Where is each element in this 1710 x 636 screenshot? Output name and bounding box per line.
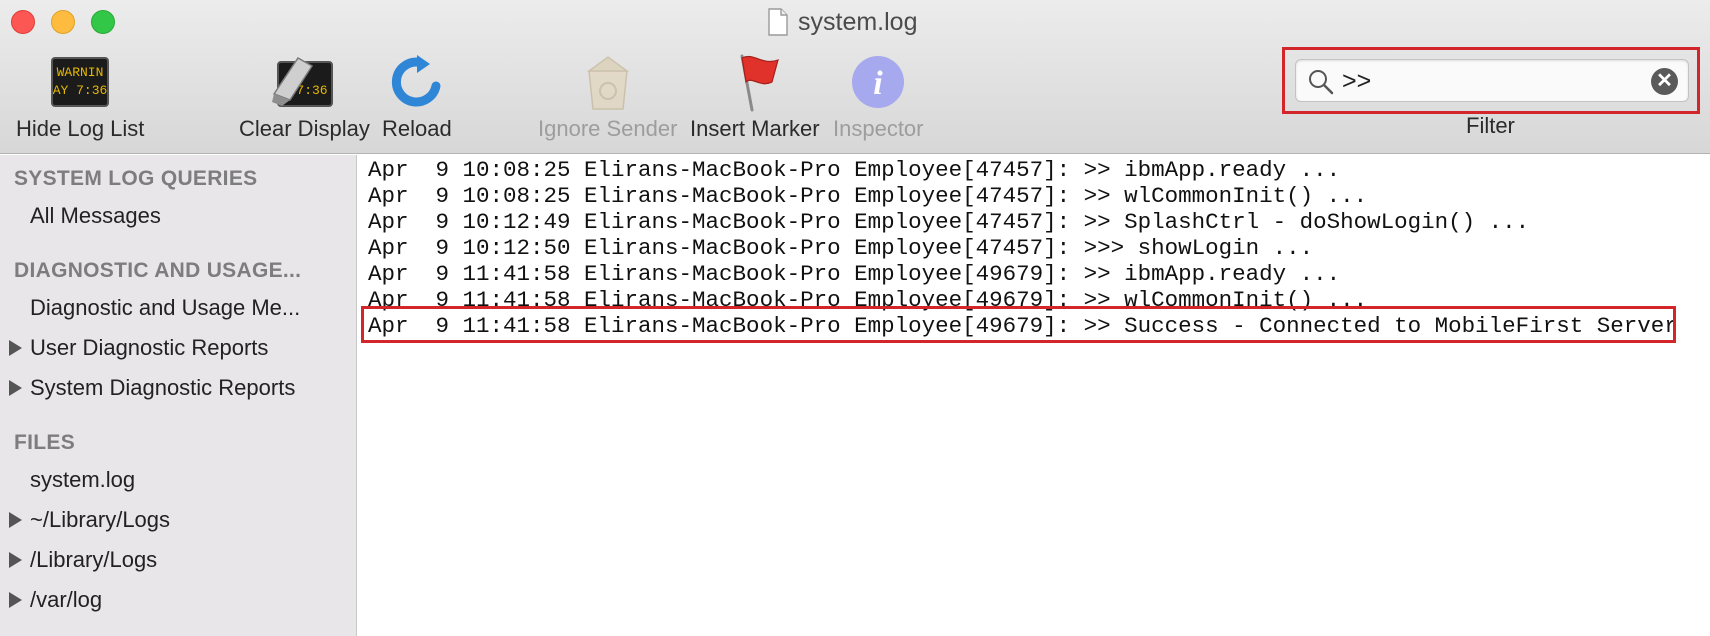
- document-icon: [768, 8, 788, 36]
- sidebar-heading-diagnostic-and-usage: DIAGNOSTIC AND USAGE...: [14, 259, 302, 282]
- sidebar-item-system-log[interactable]: system.log: [30, 467, 135, 493]
- svg-text:WARNIN: WARNIN: [57, 65, 104, 80]
- sidebar-item-all-messages[interactable]: All Messages: [30, 203, 161, 229]
- success-line-highlight-box: [361, 306, 1676, 343]
- reload-button[interactable]: Reload: [382, 50, 452, 144]
- log-line: Apr 9 11:41:58 Elirans-MacBook-Pro Emplo…: [368, 261, 1341, 287]
- insert-marker-button[interactable]: Insert Marker: [690, 50, 820, 144]
- flag-icon: [723, 50, 787, 114]
- info-icon: i: [846, 50, 910, 114]
- filter-input-value[interactable]: >>: [1342, 67, 1371, 96]
- clear-search-icon[interactable]: ✕: [1651, 68, 1678, 95]
- search-icon: [1308, 69, 1334, 100]
- clear-display-label: Clear Display: [239, 116, 370, 141]
- log-line: Apr 9 10:12:49 Elirans-MacBook-Pro Emplo…: [368, 209, 1530, 235]
- svg-text:7:36: 7:36: [297, 83, 328, 98]
- log-content-area[interactable]: Apr 9 10:08:25 Elirans-MacBook-Pro Emplo…: [358, 155, 1710, 636]
- reload-label: Reload: [382, 116, 452, 141]
- svg-text:AY 7:36: AY 7:36: [53, 83, 108, 98]
- log-line: Apr 9 10:12:50 Elirans-MacBook-Pro Emplo…: [368, 235, 1314, 261]
- log-line: Apr 9 10:08:25 Elirans-MacBook-Pro Emplo…: [368, 157, 1341, 183]
- ignore-sender-icon: [576, 50, 640, 114]
- disclosure-triangle-icon[interactable]: [9, 380, 22, 396]
- disclosure-triangle-icon[interactable]: [9, 340, 22, 356]
- minimize-window-button[interactable]: [51, 10, 75, 34]
- window-title-bar: system.log: [768, 6, 917, 38]
- svg-text:i: i: [874, 65, 884, 102]
- filter-highlight-box: >> ✕: [1282, 47, 1700, 114]
- clear-display-icon: 7:36: [272, 50, 336, 114]
- toolbar: system.log WARNIN AY 7:36 Hide Log List …: [0, 0, 1710, 154]
- inspector-button[interactable]: i Inspector: [833, 50, 924, 144]
- inspector-label: Inspector: [833, 116, 924, 141]
- disclosure-triangle-icon[interactable]: [9, 592, 22, 608]
- sidebar-item-diagnostic-usage-messages[interactable]: Diagnostic and Usage Me...: [30, 295, 300, 321]
- clear-display-button[interactable]: 7:36 Clear Display: [239, 50, 370, 144]
- sidebar-item-user-library-logs[interactable]: ~/Library/Logs: [30, 507, 170, 533]
- sidebar-item-system-diagnostic-reports[interactable]: System Diagnostic Reports: [30, 375, 295, 401]
- zoom-window-button[interactable]: [91, 10, 115, 34]
- ignore-sender-label: Ignore Sender: [538, 116, 678, 141]
- window-title: system.log: [798, 7, 918, 36]
- sidebar-heading-files: FILES: [14, 431, 76, 454]
- filter-label: Filter: [1466, 113, 1515, 138]
- ignore-sender-button[interactable]: Ignore Sender: [538, 50, 677, 144]
- filter-search-field[interactable]: >> ✕: [1295, 59, 1689, 102]
- reload-icon: [385, 50, 449, 114]
- sidebar: SYSTEM LOG QUERIES All Messages DIAGNOST…: [0, 155, 357, 636]
- sidebar-item-library-logs[interactable]: /Library/Logs: [30, 547, 157, 573]
- sidebar-item-var-log[interactable]: /var/log: [30, 587, 102, 613]
- sidebar-item-user-diagnostic-reports[interactable]: User Diagnostic Reports: [30, 335, 268, 361]
- hide-log-list-button[interactable]: WARNIN AY 7:36 Hide Log List: [16, 50, 144, 144]
- disclosure-triangle-icon[interactable]: [9, 552, 22, 568]
- disclosure-triangle-icon[interactable]: [9, 512, 22, 528]
- log-line: Apr 9 10:08:25 Elirans-MacBook-Pro Emplo…: [368, 183, 1368, 209]
- sidebar-heading-system-log-queries: SYSTEM LOG QUERIES: [14, 167, 258, 190]
- insert-marker-label: Insert Marker: [690, 116, 820, 141]
- console-warning-icon: WARNIN AY 7:36: [48, 50, 112, 114]
- close-window-button[interactable]: [11, 10, 35, 34]
- hide-log-list-label: Hide Log List: [16, 116, 145, 141]
